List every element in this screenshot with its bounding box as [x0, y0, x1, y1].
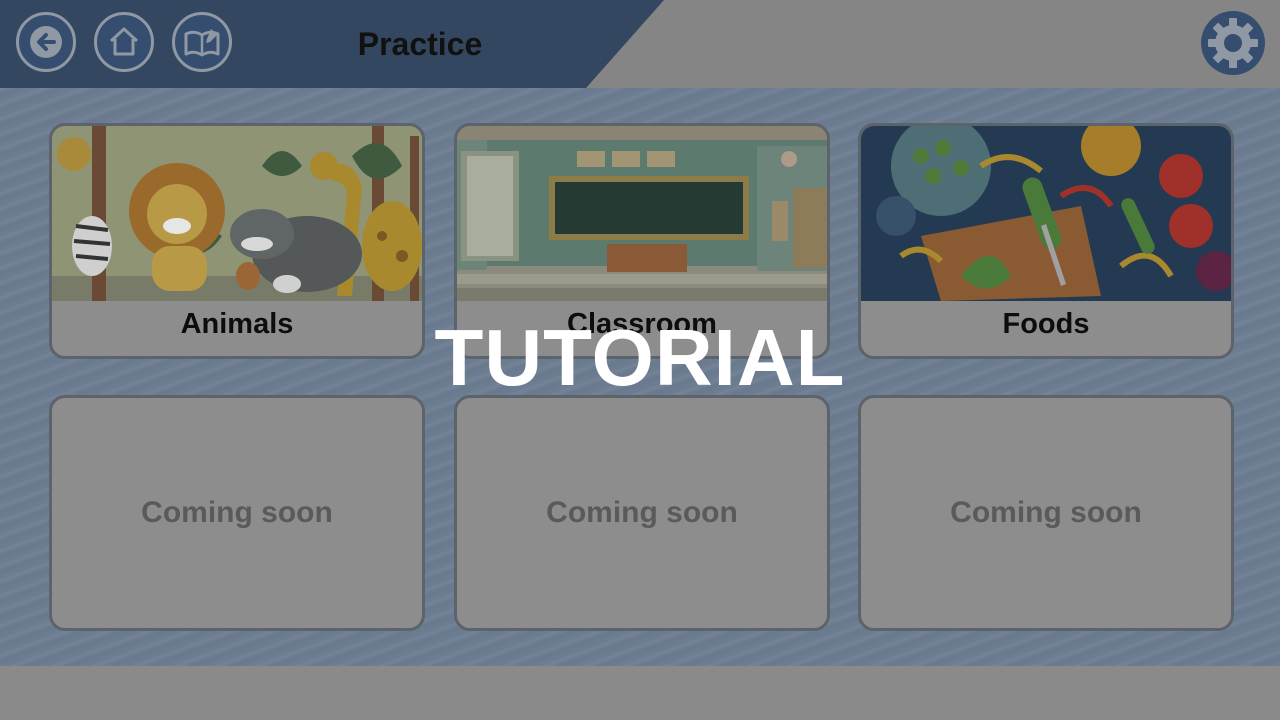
tutorial-overlay-text: TUTORIAL: [434, 313, 846, 402]
animals-illustration: [52, 126, 422, 301]
book-button[interactable]: [172, 12, 232, 72]
coming-soon-card: Coming soon: [49, 395, 425, 631]
settings-button[interactable]: [1200, 10, 1266, 81]
coming-soon-card: Coming soon: [858, 395, 1234, 631]
practice-screen: Practice Animals Classroom Foods Coming …: [0, 0, 1280, 720]
home-button[interactable]: [94, 12, 154, 72]
foods-illustration: [861, 126, 1231, 301]
book-edit-icon: [183, 25, 221, 59]
bottom-strip: [0, 666, 1280, 720]
coming-soon-label: Coming soon: [950, 496, 1142, 529]
coming-soon-label: Coming soon: [141, 496, 333, 529]
back-arrow-icon: [29, 25, 63, 59]
top-bar: Practice: [0, 0, 1280, 88]
page-title: Practice: [357, 26, 483, 62]
back-button[interactable]: [16, 12, 76, 72]
coming-soon-label: Coming soon: [546, 496, 738, 529]
home-icon: [107, 25, 141, 59]
classroom-illustration: [457, 126, 827, 301]
gear-icon: [1200, 10, 1266, 81]
coming-soon-card: Coming soon: [454, 395, 830, 631]
